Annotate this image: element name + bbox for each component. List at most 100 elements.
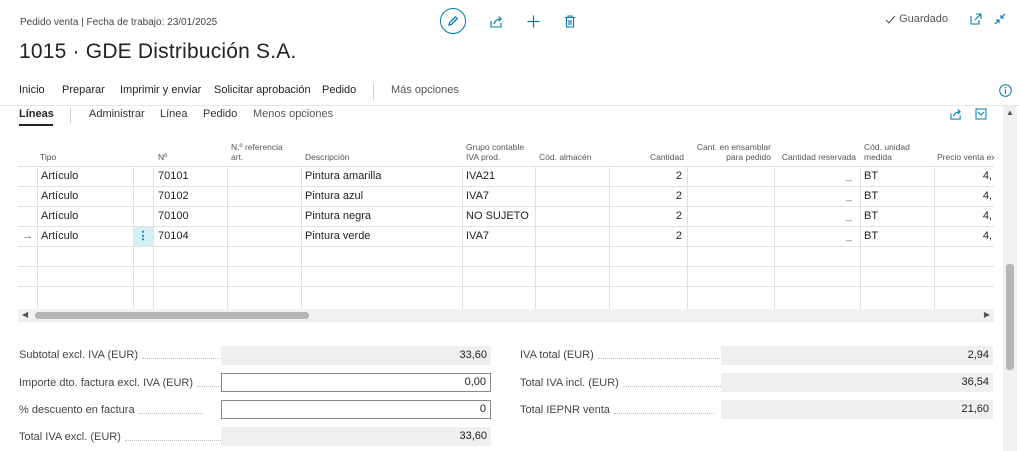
scroll-up-icon[interactable]: ▲ bbox=[1006, 108, 1014, 117]
cell-cant-reservada[interactable]: _ bbox=[777, 187, 852, 206]
lines-title[interactable]: Líneas bbox=[19, 108, 54, 120]
check-icon bbox=[885, 15, 896, 24]
cell-unidad[interactable]: BT bbox=[864, 227, 930, 246]
col-header-ref[interactable]: N.º referencia art. bbox=[231, 126, 297, 166]
info-button[interactable] bbox=[999, 84, 1012, 100]
cell-no[interactable]: 70101 bbox=[158, 167, 224, 186]
saved-status-label: Guardado bbox=[899, 13, 948, 25]
total-incl-vat-label: Total IVA incl. (EUR) bbox=[520, 377, 723, 389]
table-row[interactable]: Artículo 70102 Pintura azul IVA7 2 _ BT … bbox=[18, 186, 994, 206]
cell-cantidad[interactable]: 2 bbox=[612, 187, 682, 206]
lines-action-pedido[interactable]: Pedido bbox=[203, 108, 237, 120]
col-header-descripcion[interactable]: Descripción bbox=[305, 126, 455, 166]
cell-cantidad[interactable]: 2 bbox=[612, 227, 682, 246]
cell-grupo-iva[interactable]: NO SUJETO bbox=[466, 207, 532, 226]
scroll-left-icon[interactable]: ◀ bbox=[22, 310, 28, 319]
vertical-scrollbar[interactable]: ▲ bbox=[1003, 106, 1017, 451]
horizontal-scroll-thumb[interactable] bbox=[35, 312, 309, 319]
action-bar: Inicio Preparar Imprimir y enviar Solici… bbox=[0, 76, 1020, 106]
col-header-tipo[interactable]: Tipo bbox=[40, 126, 130, 166]
cell-precio[interactable]: 4, bbox=[937, 227, 992, 246]
action-mas-opciones[interactable]: Más opciones bbox=[391, 84, 459, 96]
action-solicitar-aprobacion[interactable]: Solicitar aprobación bbox=[214, 84, 311, 96]
cell-unidad[interactable]: BT bbox=[864, 187, 930, 206]
horizontal-scrollbar[interactable]: ◀ ▶ bbox=[18, 309, 994, 322]
cell-no[interactable]: 70100 bbox=[158, 207, 224, 226]
lines-action-administrar[interactable]: Administrar bbox=[89, 108, 145, 120]
cell-descripcion[interactable]: Pintura azul bbox=[305, 187, 455, 206]
cell-descripcion[interactable]: Pintura negra bbox=[305, 207, 455, 226]
cell-tipo[interactable]: Artículo bbox=[41, 167, 131, 186]
action-imprimir-enviar[interactable]: Imprimir y enviar bbox=[120, 84, 201, 96]
vat-total-value: 2,94 bbox=[721, 346, 993, 365]
cell-grupo-iva[interactable]: IVA7 bbox=[466, 227, 532, 246]
lines-share-icon[interactable] bbox=[950, 108, 962, 120]
action-pedido[interactable]: Pedido bbox=[322, 84, 356, 96]
scroll-right-icon[interactable]: ▶ bbox=[984, 310, 990, 319]
header-status-area: Guardado bbox=[885, 13, 1006, 25]
delete-button[interactable] bbox=[564, 14, 576, 28]
lines-expand-icon[interactable] bbox=[975, 108, 987, 120]
lines-action-linea[interactable]: Línea bbox=[160, 108, 188, 120]
saved-status: Guardado bbox=[885, 13, 948, 25]
cell-descripcion[interactable]: Pintura verde bbox=[305, 227, 455, 246]
cell-precio[interactable]: 4, bbox=[937, 207, 992, 226]
cell-descripcion[interactable]: Pintura amarilla bbox=[305, 167, 455, 186]
col-header-unidad-medida[interactable]: Cód. unidad medida bbox=[864, 126, 930, 166]
col-header-almacen[interactable]: Cód. almacén bbox=[539, 126, 607, 166]
cell-unidad[interactable]: BT bbox=[864, 207, 930, 226]
table-row[interactable]: Artículo 70101 Pintura amarilla IVA21 2 … bbox=[18, 166, 994, 186]
invoice-discount-pct-label: % descuento en factura bbox=[19, 404, 203, 416]
col-header-precio[interactable]: Precio venta excl. IVA bbox=[937, 126, 994, 166]
cell-cantidad[interactable]: 2 bbox=[612, 207, 682, 226]
cell-tipo[interactable]: Artículo bbox=[41, 207, 131, 226]
lines-separator bbox=[70, 108, 71, 123]
col-header-no[interactable]: Nº bbox=[158, 126, 224, 166]
pencil-icon bbox=[448, 15, 459, 26]
action-inicio[interactable]: Inicio bbox=[19, 84, 45, 96]
subtotal-value: 33,60 bbox=[221, 346, 491, 365]
edit-button[interactable] bbox=[440, 8, 466, 34]
total-excl-vat-value: 33,60 bbox=[221, 427, 491, 446]
table-row-empty[interactable] bbox=[18, 266, 994, 286]
cell-tipo[interactable]: Artículo bbox=[41, 187, 131, 206]
trash-icon bbox=[565, 14, 575, 28]
cell-cant-reservada[interactable]: _ bbox=[777, 167, 852, 186]
cell-cant-reservada[interactable]: _ bbox=[777, 207, 852, 226]
col-header-cant-reservada[interactable]: Cantidad reservada bbox=[777, 126, 856, 166]
cell-cantidad[interactable]: 2 bbox=[612, 167, 682, 186]
lines-grid: Tipo Nº N.º referencia art. Descripción … bbox=[18, 126, 994, 309]
table-row-empty[interactable] bbox=[18, 246, 994, 266]
table-row-empty[interactable] bbox=[18, 286, 994, 306]
table-row-selected[interactable]: → Artículo ⋮ 70104 Pintura verde IVA7 2 … bbox=[18, 226, 994, 246]
share-button[interactable] bbox=[490, 15, 503, 28]
collapse-icon[interactable] bbox=[994, 13, 1006, 25]
info-icon bbox=[999, 84, 1012, 97]
cell-precio[interactable]: 4, bbox=[937, 167, 992, 186]
col-header-grupo-iva[interactable]: Grupo contable IVA prod. bbox=[466, 126, 532, 166]
invoice-discount-amount-input[interactable]: 0,00 bbox=[221, 373, 491, 392]
lines-action-menos-opciones[interactable]: Menos opciones bbox=[253, 108, 333, 120]
total-incl-vat-value: 36,54 bbox=[721, 373, 993, 392]
open-new-window-icon[interactable] bbox=[970, 13, 982, 25]
cell-precio[interactable]: 4, bbox=[937, 187, 992, 206]
cell-grupo-iva[interactable]: IVA7 bbox=[466, 187, 532, 206]
cell-no[interactable]: 70102 bbox=[158, 187, 224, 206]
cell-no[interactable]: 70104 bbox=[158, 227, 224, 246]
col-header-cant-ensamblar[interactable]: Cant. en ensamblar para pedido bbox=[690, 126, 771, 166]
action-preparar[interactable]: Preparar bbox=[62, 84, 105, 96]
cell-tipo[interactable]: Artículo bbox=[41, 227, 131, 246]
new-button[interactable] bbox=[527, 15, 540, 28]
row-actions-menu-icon[interactable]: ⋮ bbox=[133, 227, 153, 246]
vertical-scroll-thumb[interactable] bbox=[1006, 264, 1014, 370]
total-excl-vat-label: Total IVA excl. (EUR) bbox=[19, 431, 227, 443]
col-header-cantidad[interactable]: Cantidad bbox=[612, 126, 684, 166]
table-row[interactable]: Artículo 70100 Pintura negra NO SUJETO 2… bbox=[18, 206, 994, 226]
page-breadcrumb: Pedido venta | Fecha de trabajo: 23/01/2… bbox=[20, 17, 218, 28]
cell-grupo-iva[interactable]: IVA21 bbox=[466, 167, 532, 186]
lines-section-bar: Líneas Administrar Línea Pedido Menos op… bbox=[0, 106, 1002, 126]
cell-unidad[interactable]: BT bbox=[864, 167, 930, 186]
invoice-discount-pct-input[interactable]: 0 bbox=[221, 400, 491, 419]
cell-cant-reservada[interactable]: _ bbox=[777, 227, 852, 246]
invoice-discount-amount-label: Importe dto. factura excl. IVA (EUR) bbox=[19, 377, 222, 389]
